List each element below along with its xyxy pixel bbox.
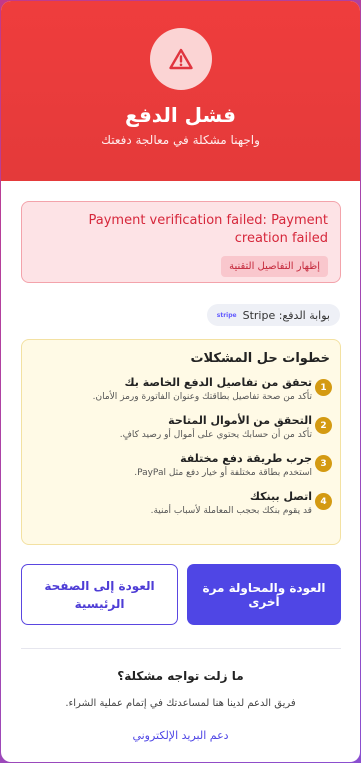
step-title: جرب طريقة دفع مختلفة — [180, 452, 312, 465]
step-number-badge: 2 — [315, 417, 332, 434]
step-description: تأكد من أن حسابك يحتوي على أموال أو رصيد… — [119, 430, 312, 440]
retry-payment-button[interactable]: العودة والمحاولة مرة أخرى — [187, 564, 341, 625]
show-technical-details-button[interactable]: إظهار التفاصيل التقنية — [221, 256, 328, 277]
step-description: استخدم بطاقة مختلفة أو خيار دفع مثل PayP… — [134, 468, 312, 478]
page-subtitle: واجهنا مشكلة في معالجة دفعتك — [101, 133, 260, 147]
payment-gateway-chip: بوابة الدفع: Stripe stripe — [206, 304, 340, 326]
help-title: ما زلت تواجه مشكلة؟ — [117, 669, 244, 683]
warning-badge — [149, 28, 212, 90]
troubleshooting-title: خطوات حل المشكلات — [190, 351, 330, 366]
warning-triangle-icon — [168, 48, 193, 70]
step-number-badge: 1 — [315, 379, 332, 396]
step-number-badge: 4 — [315, 493, 332, 510]
error-message-box: Payment verification failed: Payment cre… — [21, 201, 341, 283]
troubleshooting-step: 2 التحقق من الأموال المتاحة تأكد من أن ح… — [32, 413, 332, 442]
troubleshooting-step: 1 تحقق من تفاصيل الدفع الخاصة بك تأكد من… — [32, 375, 332, 404]
troubleshooting-panel: خطوات حل المشكلات 1 تحقق من تفاصيل الدفع… — [21, 339, 341, 545]
step-number-badge: 3 — [315, 455, 332, 472]
gateway-label: بوابة الدفع: Stripe — [242, 308, 330, 322]
stripe-logo-icon: stripe — [216, 311, 237, 319]
step-title: تحقق من تفاصيل الدفع الخاصة بك — [124, 376, 312, 389]
troubleshooting-step: 3 جرب طريقة دفع مختلفة استخدم بطاقة مختل… — [32, 451, 332, 480]
help-description: فريق الدعم لدينا هنا لمساعدتك في إتمام ع… — [65, 698, 296, 709]
step-description: تأكد من صحة تفاصيل بطاقتك وعنوان الفاتور… — [92, 392, 312, 402]
step-description: قد يقوم بنكك بحجب المعاملة لأسباب أمنية. — [150, 506, 312, 516]
error-message: Payment verification failed: Payment cre… — [88, 213, 328, 246]
troubleshooting-step: 4 اتصل ببنكك قد يقوم بنكك بحجب المعاملة … — [32, 489, 332, 518]
step-title: اتصل ببنكك — [249, 490, 312, 503]
page-title: فشل الدفع — [125, 103, 236, 127]
section-divider — [21, 648, 341, 649]
email-support-link[interactable]: دعم البريد الإلكتروني — [1, 729, 360, 742]
error-header: فشل الدفع واجهنا مشكلة في معالجة دفعتك — [1, 1, 360, 181]
payment-failed-card: فشل الدفع واجهنا مشكلة في معالجة دفعتك P… — [1, 1, 360, 762]
return-home-button[interactable]: العودة إلى الصفحة الرئيسية — [21, 564, 178, 625]
step-title: التحقق من الأموال المتاحة — [168, 414, 312, 427]
